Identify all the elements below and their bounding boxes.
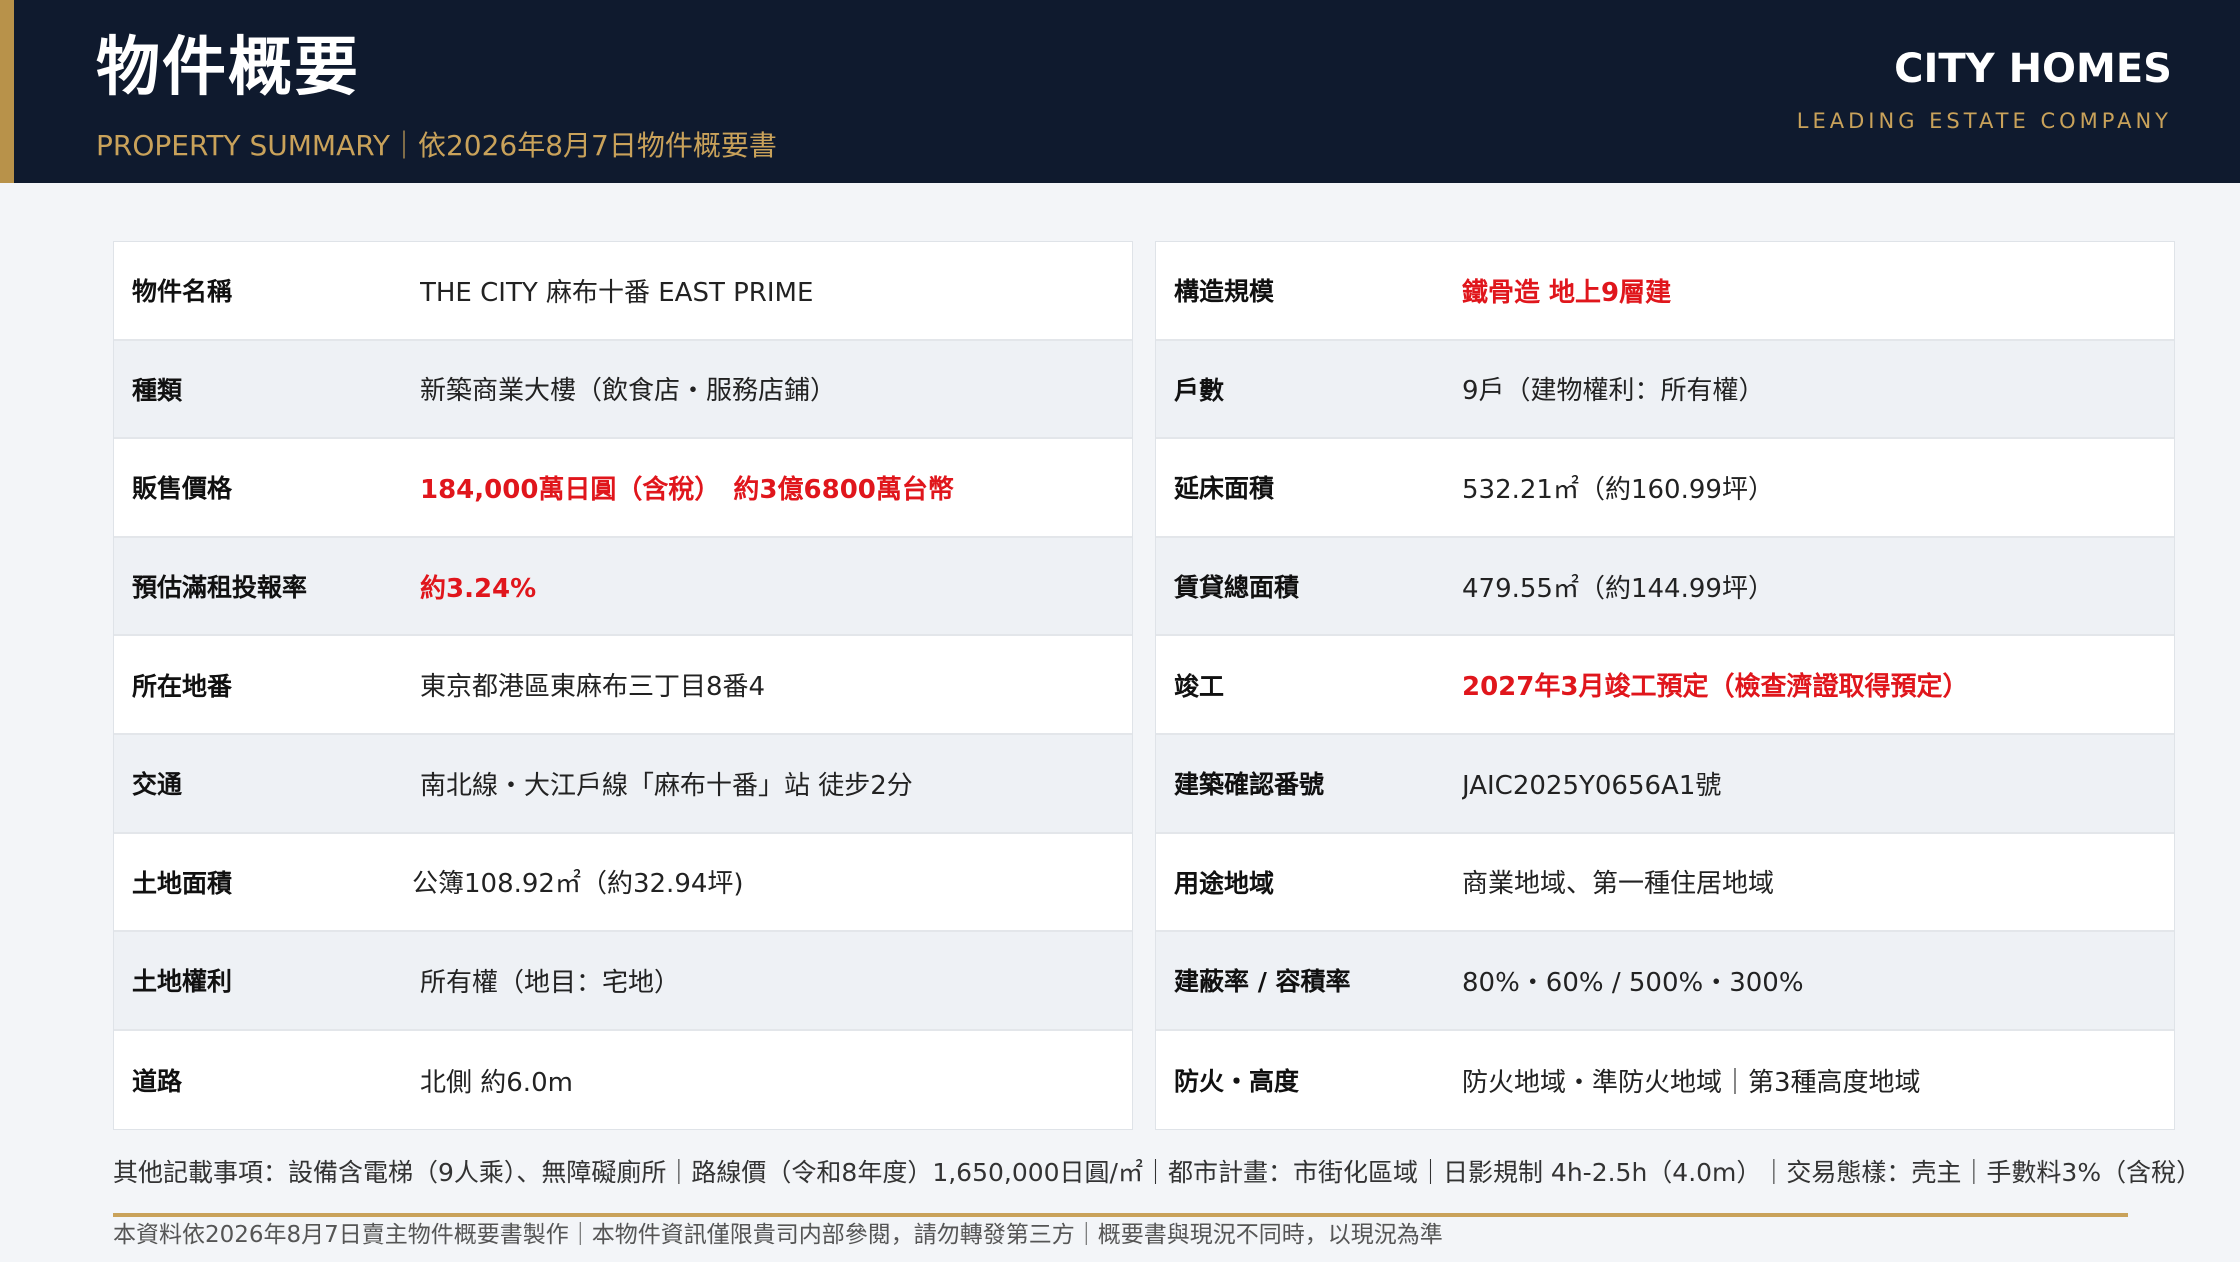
row-label: 竣工	[1174, 671, 1225, 701]
row-label: 建蔽率 / 容積率	[1174, 967, 1351, 997]
row-label: 土地權利	[132, 967, 233, 997]
table-row: 賃貸總面積 479.55㎡（約144.99坪）	[1156, 537, 2174, 637]
structure-value: 鐵骨造 地上9層建	[1462, 277, 1672, 308]
table-row: 土地權利 所有權（地目：宅地）	[114, 932, 1132, 1031]
row-value: 防火地域・準防火地域｜第3種高度地域	[1462, 1067, 1921, 1098]
table-row: 延床面積 532.21㎡（約160.99坪）	[1156, 439, 2174, 538]
row-value: 南北線・大江戶線「麻布十番」站 徒步2分	[420, 770, 913, 801]
brand-tagline: LEADING ESTATE COMPANY	[1796, 109, 2172, 133]
table-row: 販售價格 184,000萬日圓（含稅） 約3億6800萬台幣	[114, 439, 1132, 538]
page-subtitle: PROPERTY SUMMARY｜依2026年8月7日物件概要書	[96, 129, 777, 162]
row-value: 所有權（地目：宅地）	[420, 967, 681, 998]
yield-value: 約3.24%	[420, 573, 537, 604]
row-label: 所在地番	[132, 671, 233, 701]
row-label: 延床面積	[1174, 474, 1275, 504]
row-value: 新築商業大樓（飲食店・服務店鋪）	[420, 376, 837, 407]
table-row: 建築確認番號 JAIC2025Y0656A1號	[1156, 734, 2174, 834]
row-label: 戶數	[1174, 375, 1225, 405]
property-table-right: 構造規模 鐵骨造 地上9層建 戶數 9戶（建物權利：所有權） 延床面積 532.…	[1155, 241, 2175, 1131]
row-value: JAIC2025Y0656A1號	[1462, 770, 1722, 801]
row-label: 種類	[132, 375, 183, 405]
other-notes: 其他記載事項：設備含電梯（9人乘）、無障礙廁所｜路線價（令和8年度）1,650,…	[113, 1158, 2202, 1187]
table-row: 物件名稱 THE CITY 麻布十番 EAST PRIME	[114, 242, 1132, 341]
table-row: 竣工 2027年3月竣工預定（檢查濟證取得預定）	[1156, 636, 2174, 735]
sale-price-value: 184,000萬日圓（含稅） 約3億6800萬台幣	[420, 474, 954, 505]
row-label: 物件名稱	[132, 277, 233, 307]
completion-value: 2027年3月竣工預定（檢查濟證取得預定）	[1462, 672, 1969, 703]
row-value: 商業地域、第一種住居地域	[1462, 869, 1775, 900]
row-value: 80%・60% / 500%・300%	[1462, 967, 1804, 998]
table-row: 所在地番 東京都港區東麻布三丁目8番4	[114, 636, 1132, 735]
row-label: 販售價格	[132, 474, 233, 504]
table-row: 土地面積 公簿108.92㎡（約32.94坪)	[114, 833, 1132, 933]
row-label: 道路	[132, 1067, 183, 1097]
row-value: 479.55㎡（約144.99坪）	[1462, 573, 1774, 604]
row-value: THE CITY 麻布十番 EAST PRIME	[420, 277, 814, 308]
row-label: 構造規模	[1174, 277, 1275, 307]
table-row: 預估滿租投報率 約3.24%	[114, 537, 1132, 637]
footer-divider	[113, 1213, 2128, 1217]
table-row: 戶數 9戶（建物權利：所有權）	[1156, 340, 2174, 440]
table-row: 防火・高度 防火地域・準防火地域｜第3種高度地域	[1156, 1030, 2174, 1130]
page-title: 物件概要	[96, 31, 360, 105]
table-row: 種類 新築商業大樓（飲食店・服務店鋪）	[114, 340, 1132, 440]
brand-logo-text: CITY HOMES	[1894, 46, 2172, 92]
page-header: 物件概要 PROPERTY SUMMARY｜依2026年8月7日物件概要書 CI…	[0, 0, 2240, 183]
row-label: 預估滿租投報率	[132, 573, 308, 603]
table-row: 建蔽率 / 容積率 80%・60% / 500%・300%	[1156, 932, 2174, 1031]
row-value: 東京都港區東麻布三丁目8番4	[420, 672, 766, 703]
row-label: 建築確認番號	[1174, 770, 1325, 800]
table-row: 用途地域 商業地域、第一種住居地域	[1156, 833, 2174, 933]
row-value: 公簿108.92㎡（約32.94坪)	[412, 869, 744, 900]
row-label: 防火・高度	[1174, 1067, 1300, 1097]
table-row: 道路 北側 約6.0m	[114, 1030, 1132, 1130]
row-label: 土地面積	[132, 868, 233, 898]
footer-disclaimer: 本資料依2026年8月7日賣主物件概要書製作｜本物件資訊僅限貴司内部參閱，請勿轉…	[113, 1222, 1443, 1248]
table-row: 構造規模 鐵骨造 地上9層建	[1156, 242, 2174, 341]
table-row: 交通 南北線・大江戶線「麻布十番」站 徒步2分	[114, 734, 1132, 834]
row-label: 賃貸總面積	[1174, 573, 1300, 603]
row-label: 交通	[132, 770, 183, 800]
property-table-left: 物件名稱 THE CITY 麻布十番 EAST PRIME 種類 新築商業大樓（…	[113, 241, 1133, 1131]
row-value: 9戶（建物權利：所有權）	[1462, 376, 1765, 407]
row-label: 用途地域	[1174, 868, 1275, 898]
row-value: 北側 約6.0m	[420, 1067, 573, 1098]
header-accent-bar	[0, 0, 14, 183]
row-value: 532.21㎡（約160.99坪）	[1462, 474, 1774, 505]
